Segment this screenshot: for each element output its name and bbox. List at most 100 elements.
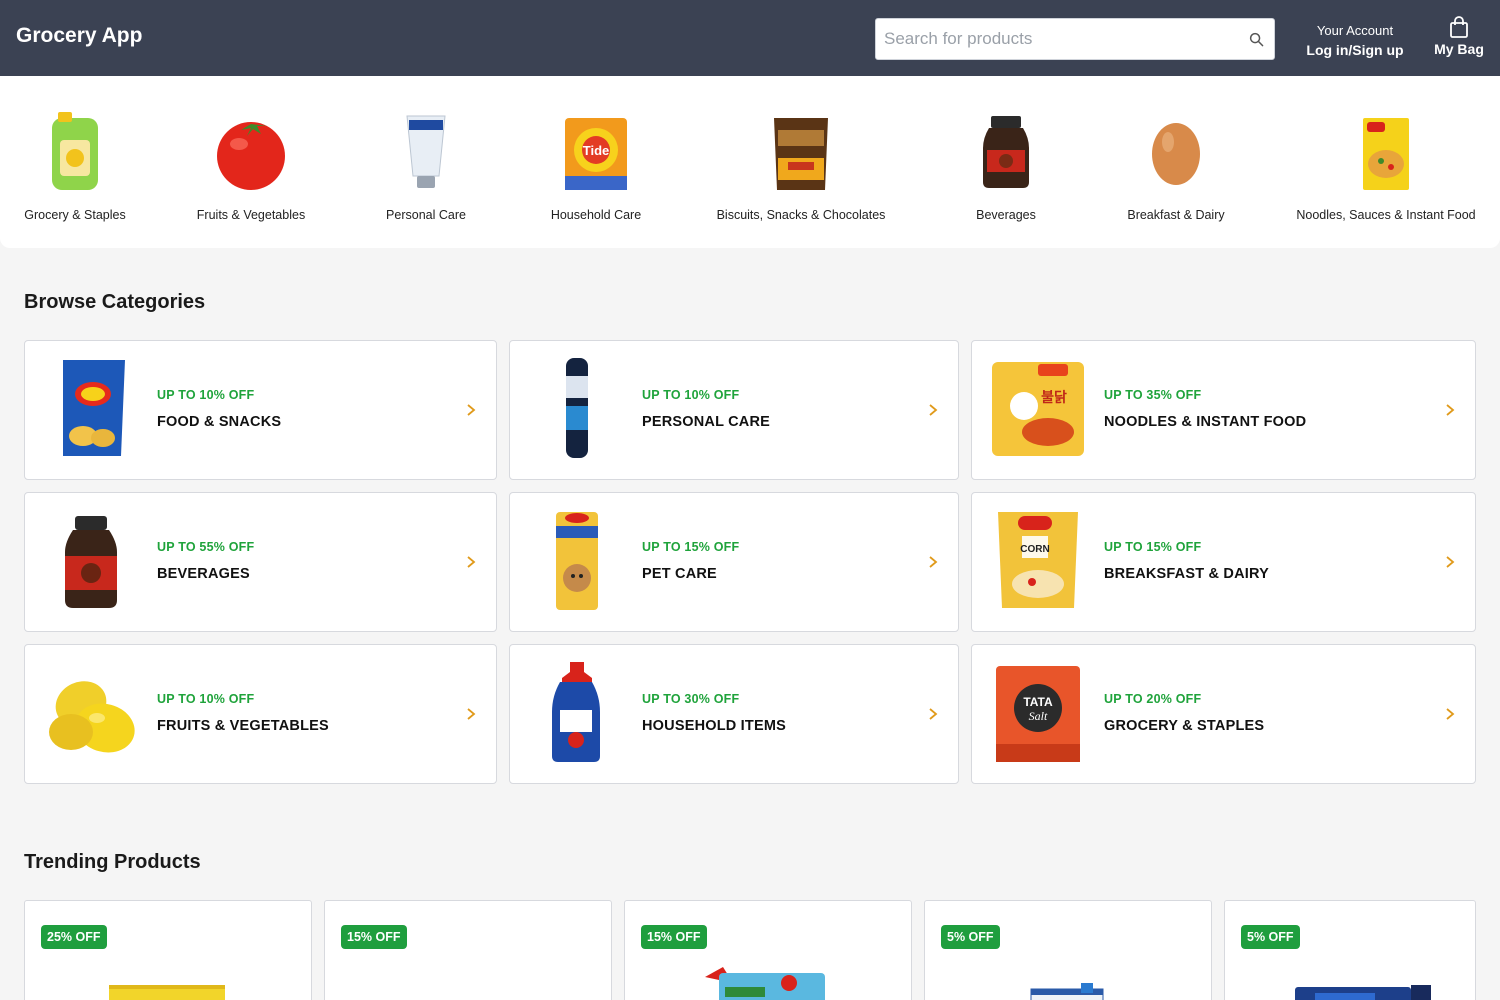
mango-icon [49, 681, 135, 753]
detergent-pack-icon: Tide [565, 118, 627, 190]
product-card[interactable]: 5% OFF [924, 900, 1212, 1000]
category-name: FOOD & SNACKS [157, 414, 282, 430]
chevron-right-icon[interactable] [466, 707, 476, 721]
category-name: PET CARE [642, 566, 717, 582]
coffee-jar-icon [65, 516, 117, 608]
offer-text: UP TO 55% OFF [157, 540, 255, 554]
category-label: Grocery & Staples [24, 208, 126, 222]
category-personal-care[interactable]: Personal Care [376, 76, 476, 248]
browse-card-grocery-staples[interactable]: TATA Salt UP TO 20% OFF GROCERY & STAPLE… [971, 644, 1476, 784]
snack-pack-icon [774, 118, 828, 190]
top-header: Grocery App Your Account Log in/Sign up … [0, 0, 1500, 76]
browse-card-breakfast-dairy[interactable]: CORN UP TO 15% OFF BREAKSFAST & DAIRY [971, 492, 1476, 632]
svg-text:Tide: Tide [583, 143, 610, 158]
account-menu[interactable]: Your Account Log in/Sign up [1300, 22, 1410, 60]
browse-card-pet-care[interactable]: UP TO 15% OFF PET CARE [509, 492, 959, 632]
category-label: Fruits & Vegetables [196, 208, 306, 222]
chevron-right-icon[interactable] [466, 403, 476, 417]
svg-text:불닭: 불닭 [1041, 389, 1067, 405]
search-icon[interactable] [1249, 32, 1264, 47]
offer-text: UP TO 15% OFF [642, 540, 740, 554]
category-beverages[interactable]: Beverages [956, 76, 1056, 248]
chevron-right-icon[interactable] [928, 555, 938, 569]
category-label: Noodles, Sauces & Instant Food [1296, 208, 1476, 222]
chevron-right-icon[interactable] [928, 403, 938, 417]
svg-text:CORN: CORN [1020, 544, 1049, 555]
product-card[interactable]: 15% OFF [624, 900, 912, 1000]
my-bag-label: My Bag [1434, 41, 1484, 57]
product-card[interactable]: 5% OFF [1224, 900, 1476, 1000]
product-card[interactable]: 15% OFF [324, 900, 612, 1000]
chevron-right-icon[interactable] [928, 707, 938, 721]
offer-text: UP TO 10% OFF [157, 388, 255, 402]
search-input[interactable] [876, 19, 1236, 59]
trending-products-title: Trending Products [24, 851, 201, 873]
offer-text: UP TO 10% OFF [157, 692, 255, 706]
category-name: NOODLES & INSTANT FOOD [1104, 414, 1307, 430]
egg-icon [1152, 123, 1200, 185]
my-bag-button[interactable]: My Bag [1428, 16, 1490, 57]
category-label: Personal Care [386, 208, 466, 222]
category-name: GROCERY & STAPLES [1104, 718, 1265, 734]
category-breakfast-dairy[interactable]: Breakfast & Dairy [1116, 76, 1236, 248]
browse-card-fruits-vegetables[interactable]: UP TO 10% OFF FRUITS & VEGETABLES [24, 644, 497, 784]
offer-text: UP TO 20% OFF [1104, 692, 1202, 706]
category-noodles-sauces-instant-food[interactable]: Noodles, Sauces & Instant Food [1288, 76, 1484, 248]
noodles-icon: 불닭 [992, 362, 1084, 456]
product-card[interactable]: 25% OFF [24, 900, 312, 1000]
discount-badge: 5% OFF [941, 925, 1000, 949]
shopping-bag-icon [1450, 16, 1468, 38]
browse-card-noodles-instant-food[interactable]: 불닭 UP TO 35% OFF NOODLES & INSTANT FOOD [971, 340, 1476, 480]
browse-card-beverages[interactable]: UP TO 55% OFF BEVERAGES [24, 492, 497, 632]
svg-text:TATA: TATA [1023, 695, 1053, 709]
discount-badge: 15% OFF [341, 925, 407, 949]
product-image [705, 967, 825, 1000]
product-image [109, 985, 225, 1000]
category-grocery-staples[interactable]: Grocery & Staples [15, 76, 135, 248]
product-image [1030, 983, 1104, 1000]
category-name: BEVERAGES [157, 566, 250, 582]
chevron-right-icon[interactable] [1445, 403, 1455, 417]
category-strip: Grocery & Staples Fruits & Vegetables Pe… [0, 76, 1500, 248]
browse-card-personal-care[interactable]: UP TO 10% OFF PERSONAL CARE [509, 340, 959, 480]
category-label: Beverages [976, 208, 1036, 222]
deodorant-icon [566, 358, 588, 458]
offer-text: UP TO 10% OFF [642, 388, 740, 402]
noodles-pack-icon [1363, 118, 1409, 190]
cream-tube-icon [406, 115, 446, 188]
offer-text: UP TO 35% OFF [1104, 388, 1202, 402]
account-caption: Your Account [1316, 23, 1394, 38]
product-image [1295, 985, 1431, 1000]
discount-badge: 25% OFF [41, 925, 107, 949]
browse-categories-title: Browse Categories [24, 291, 206, 313]
category-name: BREAKSFAST & DAIRY [1104, 566, 1269, 582]
chevron-right-icon[interactable] [1445, 707, 1455, 721]
category-name: HOUSEHOLD ITEMS [642, 718, 786, 734]
login-signup-link[interactable]: Log in/Sign up [1300, 40, 1410, 60]
browse-card-household-items[interactable]: UP TO 30% OFF HOUSEHOLD ITEMS [509, 644, 959, 784]
cereal-icon: CORN [998, 512, 1078, 608]
chips-icon [63, 360, 125, 456]
chevron-right-icon[interactable] [1445, 555, 1455, 569]
category-label: Household Care [550, 208, 642, 222]
chevron-right-icon[interactable] [466, 555, 476, 569]
salt-pack-icon: TATA Salt [996, 666, 1080, 762]
search-bar[interactable] [875, 18, 1275, 60]
category-name: FRUITS & VEGETABLES [157, 718, 329, 734]
category-fruits-vegetables[interactable]: Fruits & Vegetables [186, 76, 316, 248]
category-name: PERSONAL CARE [642, 414, 771, 430]
app-logo[interactable]: Grocery App [16, 24, 142, 48]
browse-card-food-snacks[interactable]: UP TO 10% OFF FOOD & SNACKS [24, 340, 497, 480]
svg-text:Salt: Salt [1029, 709, 1048, 723]
offer-text: UP TO 30% OFF [642, 692, 740, 706]
cleaner-bottle-icon [552, 662, 600, 762]
discount-badge: 15% OFF [641, 925, 707, 949]
dog-treat-icon [556, 512, 598, 610]
coffee-jar-icon [983, 116, 1029, 188]
category-biscuits-snacks-chocolates[interactable]: Biscuits, Snacks & Chocolates [708, 76, 894, 248]
offer-text: UP TO 15% OFF [1104, 540, 1202, 554]
tomato-icon [217, 122, 285, 190]
discount-badge: 5% OFF [1241, 925, 1300, 949]
category-label: Breakfast & Dairy [1127, 208, 1225, 222]
category-household-care[interactable]: Tide Household Care [540, 76, 652, 248]
